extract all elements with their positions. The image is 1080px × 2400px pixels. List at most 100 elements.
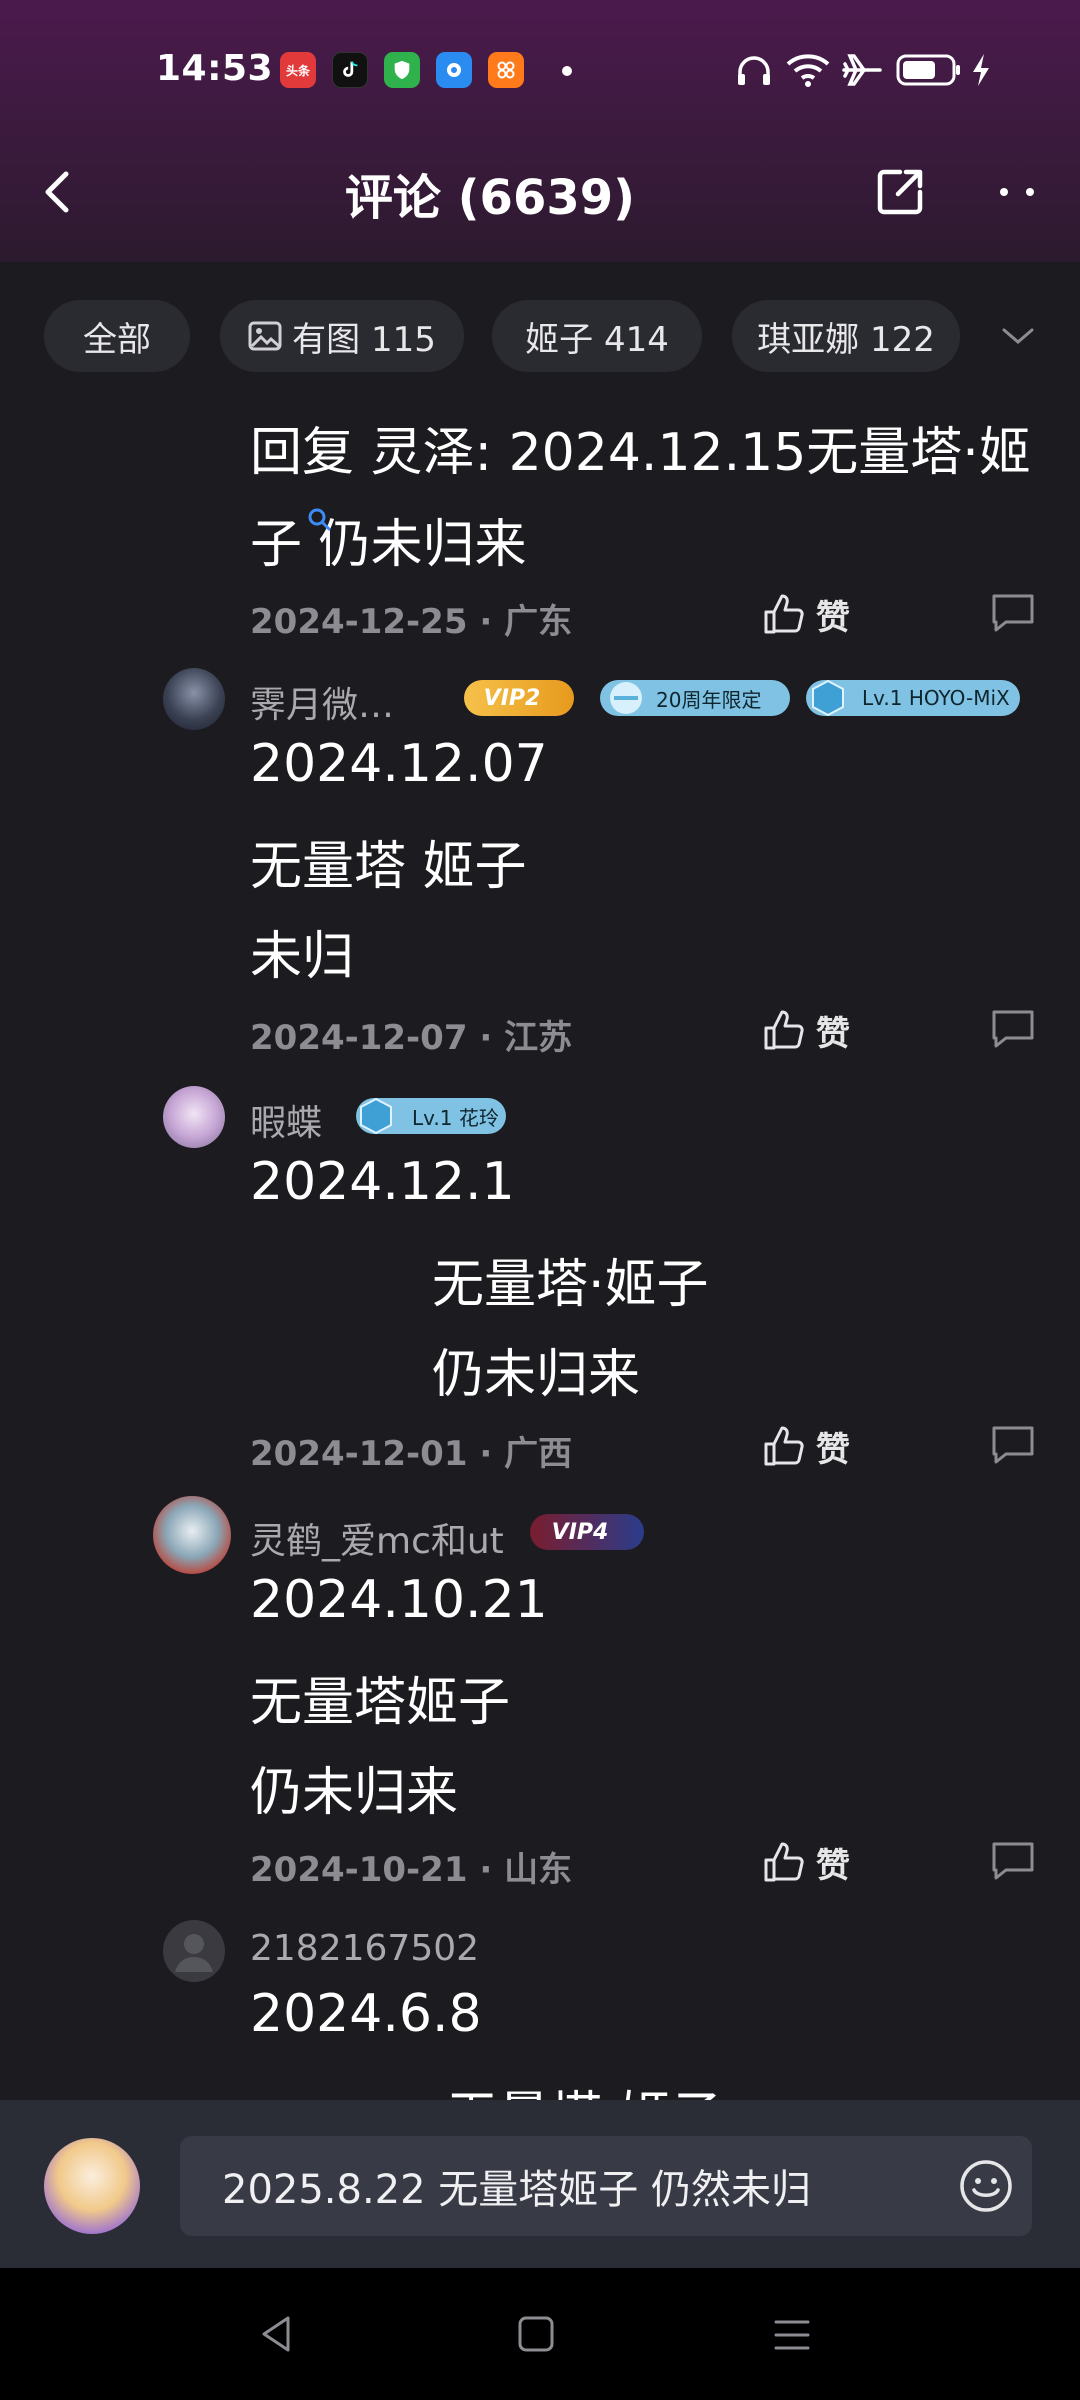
comment-icon[interactable] [990,1838,1036,1884]
header: 14:53 头条 评论 (6639) [0,0,1080,262]
comment-composer: 2025.8.22 无量塔姬子 仍然未归 [0,2100,1080,2268]
comment-text-line: 2024.10.21 [250,1570,548,1630]
comment-input[interactable]: 2025.8.22 无量塔姬子 仍然未归 [180,2136,1032,2236]
avatar[interactable] [153,1496,231,1574]
comment-location: 山东 [504,1850,573,1890]
comment-text-line: 仍未归来 [250,1763,459,1823]
comment-text-line: 子 仍未归来 [250,502,527,577]
filter-chip-label: 全部 [83,319,151,360]
avatar[interactable] [163,668,225,730]
emoji-icon[interactable] [958,2158,1014,2214]
my-avatar[interactable] [44,2138,140,2234]
comment-location: 江苏 [504,1018,573,1058]
like-button[interactable]: 赞 [762,1836,872,1888]
like-button[interactable]: 赞 [762,1004,872,1056]
headphones-icon [738,56,770,85]
search-icon[interactable] [306,506,332,532]
comment-text-line: 2024.12.07 [250,734,548,794]
security-app-icon [384,52,420,88]
system-nav-bar [0,2268,1080,2400]
comment-meta: 2024-12-25 · 广东 [250,602,573,642]
thumbs-up-icon [764,1842,804,1882]
default-avatar-icon [175,1934,213,1972]
filter-chip-label: 琪亚娜 122 [757,319,935,360]
comment-location: 广西 [504,1434,573,1474]
more-icon[interactable] [990,162,1050,222]
toutiao-label: 头条 [285,63,310,78]
comment-input-value: 2025.8.22 无量塔姬子 仍然未归 [222,2167,812,2213]
username[interactable]: 2182167502 [250,1928,479,1969]
comment-text-line: 无量塔 姬子 [250,837,527,897]
filter-chip-all[interactable]: 全部 [44,300,190,372]
comment-icon[interactable] [990,1006,1036,1052]
thumbs-up-icon [764,1426,804,1466]
comment-text-line: 2024.6.8 [250,1984,482,2044]
nav-home-icon[interactable] [516,2314,556,2354]
status-time: 14:53 [156,48,274,89]
comment-text-line: 回复 灵泽: 2024.12.15无量塔·姬 [250,423,1031,483]
badge-label: 20周年限定 [656,687,762,712]
tiktok-app-icon [332,52,368,88]
filter-chip-images[interactable]: 有图 115 [220,300,464,372]
anniversary-20-icon [610,682,642,714]
avatar[interactable] [163,1920,225,1982]
comment-date: 2024-10-21 [250,1850,468,1890]
like-label: 赞 [816,597,850,638]
comment-text-line: 仍未归来 [432,1345,641,1405]
cloud-app-icon [436,52,472,88]
chevron-down-icon[interactable] [996,314,1040,358]
thumbs-up-icon [764,594,804,634]
filter-chip-label: 有图 115 [292,319,436,360]
username[interactable]: 灵鹤_爱mc和ut [250,1512,504,1564]
nav-menu-icon[interactable] [772,2316,812,2354]
like-button[interactable]: 赞 [762,1420,872,1472]
username[interactable]: 暇蝶 [250,1094,322,1146]
comment-text-line: 未归 [250,927,355,987]
comment-feed[interactable]: 回复 灵泽: 2024.12.15无量塔·姬 子 仍未归来 2024-12-25… [0,380,1080,2100]
vip-badge: VIP2 [464,680,574,716]
badge-label: Lv.1 花玲 [412,1105,499,1130]
filter-chip-kiana[interactable]: 琪亚娜 122 [732,300,960,372]
comment-text-line: 无量塔 姬子 [446,2074,723,2100]
shop-app-icon [488,52,524,88]
comment-text-line: 2024.12.1 [250,1152,515,1212]
badge-label: VIP2 [483,685,541,711]
battery-icon [896,54,960,86]
charging-icon [973,54,989,86]
filter-chip-label: 姬子 414 [525,319,669,360]
comment-meta: 2024-12-07 · 江苏 [250,1018,573,1058]
comment-text-line: 无量塔·姬子 [432,1255,709,1315]
notification-dot [562,66,572,76]
page-title: 评论 (6639) [344,170,636,226]
comment-date: 2024-12-01 [250,1434,468,1474]
airplane-icon [842,54,882,86]
vip-badge: VIP4 [530,1514,644,1550]
wifi-icon [786,54,830,87]
like-button[interactable]: 赞 [762,588,872,640]
comment-text-line: 无量塔姬子 [250,1673,511,1733]
badge-label: VIP4 [551,1519,609,1545]
like-label: 赞 [816,1429,850,1470]
comment-icon[interactable] [990,590,1036,636]
filter-row: 全部 有图 115 姬子 414 琪亚娜 122 [0,300,1080,372]
comment-meta: 2024-10-21 · 山东 [250,1850,573,1890]
comment-date: 2024-12-25 [250,602,468,642]
filter-chip-jizi[interactable]: 姬子 414 [492,300,702,372]
like-label: 赞 [816,1845,850,1886]
nav-back-icon[interactable] [256,2312,296,2356]
comment-meta: 2024-12-01 · 广西 [250,1434,573,1474]
comment-date: 2024-12-07 [250,1018,468,1058]
status-bar: 14:53 头条 [0,0,1080,140]
toutiao-app-icon: 头条 [280,52,316,88]
badge-label: Lv.1 HOYO-MiX [862,686,1010,710]
cube-icon [812,679,844,717]
avatar[interactable] [163,1086,225,1148]
username[interactable]: 霁月微… [250,676,394,728]
comment-location: 广东 [504,602,573,642]
like-label: 赞 [816,1013,850,1054]
share-icon[interactable] [870,162,930,222]
image-icon [248,321,282,351]
nav-bar: 评论 (6639) [0,140,1080,240]
comment-icon[interactable] [990,1422,1036,1468]
cube-icon [360,1097,392,1135]
